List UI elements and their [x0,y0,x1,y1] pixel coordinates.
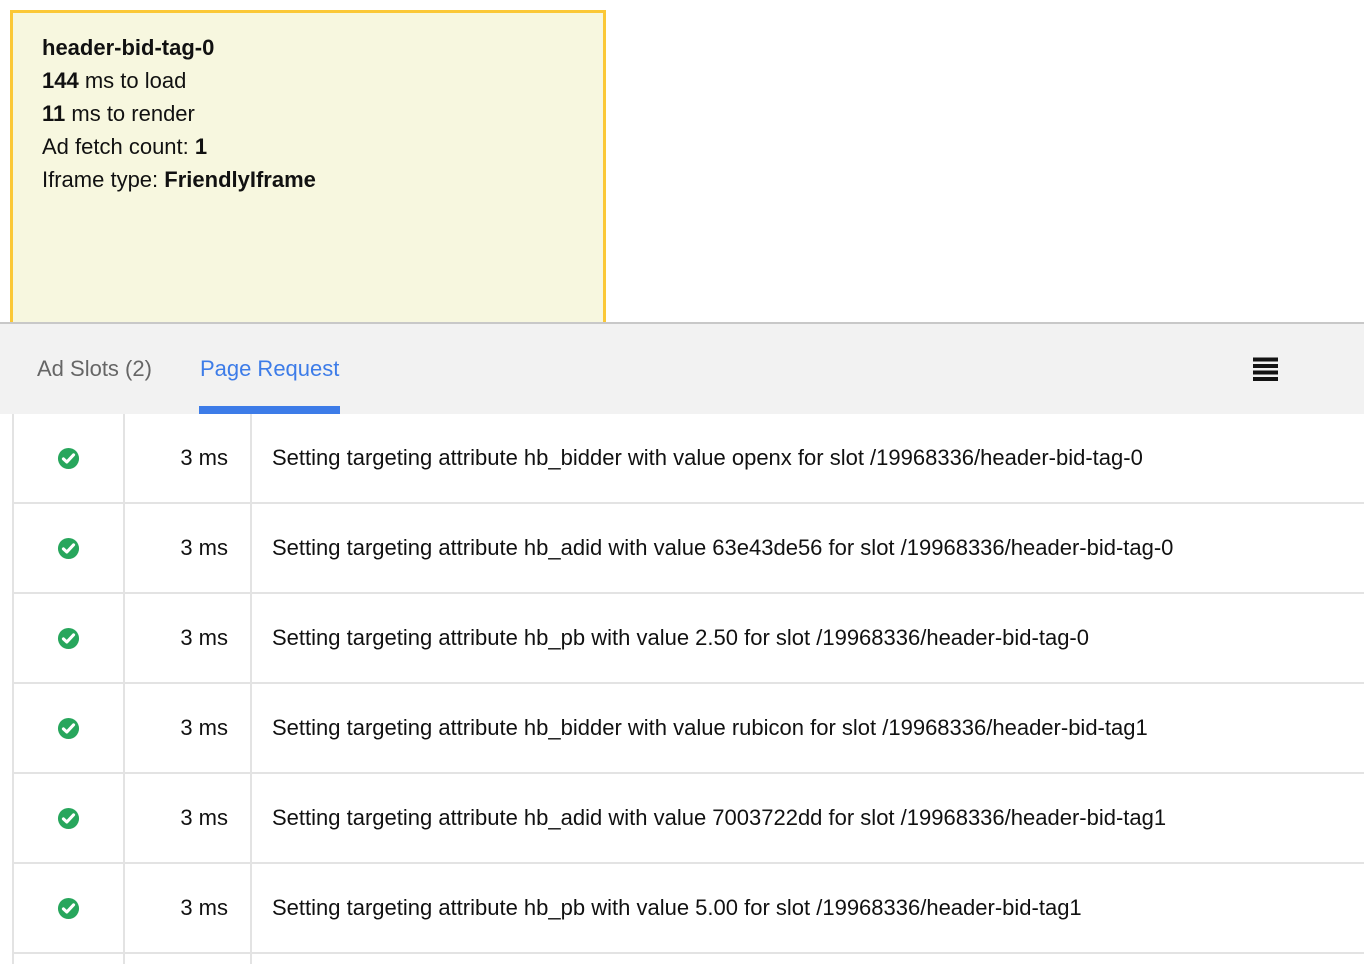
log-row-time [125,954,252,964]
log-row-status-cell [14,954,125,964]
console-menu-button[interactable] [1253,357,1278,381]
log-row-status-cell [14,864,125,952]
page-request-log-table: 3 ms Setting targeting attribute hb_bidd… [12,414,1364,964]
log-row-time: 3 ms [125,414,252,502]
log-row: 3 ms Setting targeting attribute hb_pb w… [14,864,1364,954]
ad-fetch-count-line: Ad fetch count: 1 [42,130,574,163]
log-row-time: 3 ms [125,594,252,682]
log-row-message: Setting targeting attribute hb_pb with v… [252,594,1364,682]
log-row-status-cell [14,504,125,592]
slot-info-tooltip: header-bid-tag-0 144 ms to load 11 ms to… [10,10,606,322]
log-row-status-cell [14,684,125,772]
log-row-status-cell [14,594,125,682]
log-row-message: Setting targeting attribute hb_bidder wi… [252,684,1364,772]
log-row-time: 3 ms [125,864,252,952]
iframe-type-line: Iframe type: FriendlyIframe [42,163,574,196]
tab-page-request[interactable]: Page Request [200,324,339,414]
tab-page-request-label: Page Request [200,356,339,382]
log-row: 3 ms Setting targeting attribute hb_pb w… [14,594,1364,684]
render-time-line: 11 ms to render [42,97,574,130]
check-circle-icon [57,807,80,830]
log-row-time: 3 ms [125,774,252,862]
check-circle-icon [57,627,80,650]
tab-ad-slots[interactable]: Ad Slots (2) [37,324,152,414]
log-row-time: 3 ms [125,684,252,772]
console-tab-bar: Ad Slots (2) Page Request [0,322,1364,414]
log-row-message: Setting targeting attribute hb_pb with v… [252,864,1364,952]
log-row-partial [14,954,1364,964]
log-row-time: 3 ms [125,504,252,592]
log-row-message: Setting targeting attribute hb_adid with… [252,774,1364,862]
log-row: 3 ms Setting targeting attribute hb_bidd… [14,414,1364,504]
menu-icon [1253,357,1278,381]
log-row-message [252,954,1364,964]
log-row: 3 ms Setting targeting attribute hb_adid… [14,774,1364,864]
check-circle-icon [57,537,80,560]
log-row-message: Setting targeting attribute hb_bidder wi… [252,414,1364,502]
tab-ad-slots-label: Ad Slots (2) [37,356,152,382]
check-circle-icon [57,447,80,470]
active-tab-indicator [199,406,340,414]
log-row-status-cell [14,414,125,502]
log-row-status-cell [14,774,125,862]
log-row: 3 ms Setting targeting attribute hb_bidd… [14,684,1364,774]
check-circle-icon [57,897,80,920]
check-circle-icon [57,717,80,740]
slot-title: header-bid-tag-0 [42,31,574,64]
log-row-message: Setting targeting attribute hb_adid with… [252,504,1364,592]
load-time-line: 144 ms to load [42,64,574,97]
log-row: 3 ms Setting targeting attribute hb_adid… [14,504,1364,594]
